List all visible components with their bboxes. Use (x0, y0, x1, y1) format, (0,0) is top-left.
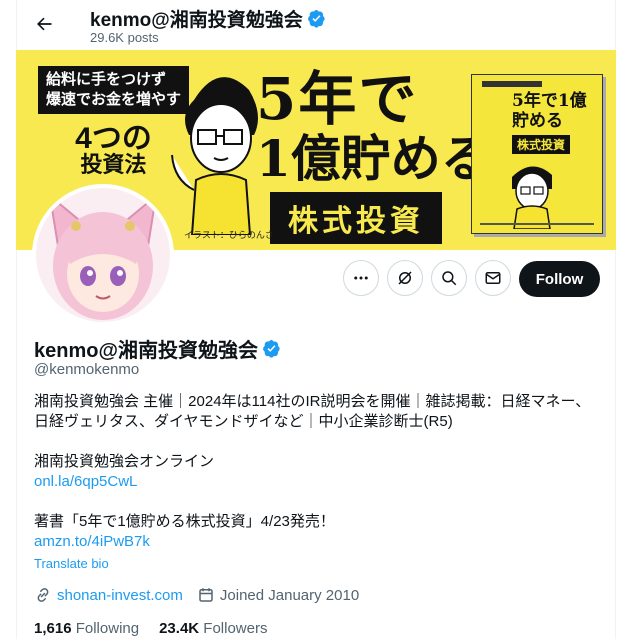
more-icon (354, 276, 368, 280)
profile-name-text: kenmo@湘南投資勉強会 (34, 340, 258, 362)
message-button[interactable] (475, 260, 511, 296)
link-icon (37, 588, 49, 602)
profile-bio: 湘南投資勉強会 主催｜2024年は114社のIR説明会を開催｜雑誌掲載：日経マネ… (34, 392, 604, 572)
website-link[interactable]: shonan-invest.com (57, 587, 183, 604)
book-decoration (482, 81, 542, 87)
profile-meta: shonan-invest.com Joined January 2010 (34, 586, 373, 604)
book-subtitle: 株式投資 (512, 135, 571, 154)
avatar[interactable] (32, 184, 174, 326)
bio-paragraph-2: 湘南投資勉強会オンライン onl.la/6qp5CwL (34, 452, 604, 492)
bio-line: 湘南投資勉強会オンライン (34, 453, 215, 470)
followers-link[interactable]: 23.4K Followers (159, 620, 267, 637)
joined-date: Joined January 2010 (219, 586, 360, 604)
banner-tagline-line-2: 爆速でお金を増やす (46, 91, 182, 108)
book-illustration (512, 166, 552, 229)
search-icon (442, 271, 457, 286)
banner-title-line-1: 5年で (256, 65, 419, 133)
banner-subtitle: 株式投資 (270, 192, 442, 244)
bio-link[interactable]: amzn.to/4iPwB7k (34, 532, 604, 552)
followers-count: 23.4K (159, 620, 200, 637)
banner-credit: イラスト：ひらのんさ (184, 230, 274, 240)
profile-handle: @kenmokenmo (34, 361, 140, 378)
verified-badge-icon (307, 9, 325, 28)
website-item: shonan-invest.com (34, 586, 183, 604)
bio-link[interactable]: onl.la/6qp5CwL (34, 472, 604, 492)
book-decoration-line (480, 223, 594, 225)
post-count: 29.6K posts (90, 30, 159, 45)
calendar-icon (199, 588, 213, 602)
verified-badge-icon[interactable] (262, 339, 281, 358)
following-link[interactable]: 1,616 Following (34, 620, 139, 637)
top-bar: kenmo@湘南投資勉強会 29.6K posts (16, 0, 616, 50)
bio-paragraph-1: 湘南投資勉強会 主催｜2024年は114社のIR説明会を開催｜雑誌掲載：日経マネ… (34, 392, 604, 432)
envelope-icon (485, 272, 501, 284)
banner-tagline-line-1: 給料に手をつけず (46, 71, 167, 88)
avatar-image (36, 188, 170, 322)
joined-item: Joined January 2010 (197, 586, 359, 604)
more-button[interactable] (343, 260, 379, 296)
back-button[interactable] (30, 10, 58, 38)
bio-paragraph-3: 著書「5年で1億貯める株式投資」4/23発売！ amzn.to/4iPwB7k (34, 512, 604, 552)
following-count: 1,616 (34, 620, 72, 637)
banner-title: 5年で 1億貯める (256, 68, 491, 188)
grok-icon (398, 271, 412, 285)
follow-counts: 1,616 Following 23.4K Followers (34, 620, 267, 637)
follow-button[interactable]: Follow (519, 261, 600, 297)
arrow-left-icon (37, 17, 52, 31)
banner-title-line-2: 1億貯める (256, 129, 491, 188)
header-name: kenmo@湘南投資勉強会 (90, 5, 326, 32)
bio-line: 湘南投資勉強会 主催｜2024年は114社のIR説明会を開催｜雑誌掲載：日経マネ… (34, 393, 591, 410)
bio-line: 日経ヴェリタス、ダイヤモンドザイなど｜中小企業診断士(R5) (34, 413, 453, 430)
banner-book-cover: 5年で1億貯める 株式投資 (471, 74, 603, 234)
translate-bio-link[interactable]: Translate bio (34, 556, 109, 571)
following-label: Following (75, 620, 140, 637)
profile-name: kenmo@湘南投資勉強会 (34, 334, 281, 363)
grok-button[interactable] (387, 260, 423, 296)
book-title: 5年で1億貯める (512, 91, 587, 131)
search-button[interactable] (431, 260, 467, 296)
followers-label: Followers (203, 620, 268, 637)
bio-line: 著書「5年で1億貯める株式投資」4/23発売！ (34, 513, 335, 530)
header-name-text: kenmo@湘南投資勉強会 (90, 10, 303, 31)
